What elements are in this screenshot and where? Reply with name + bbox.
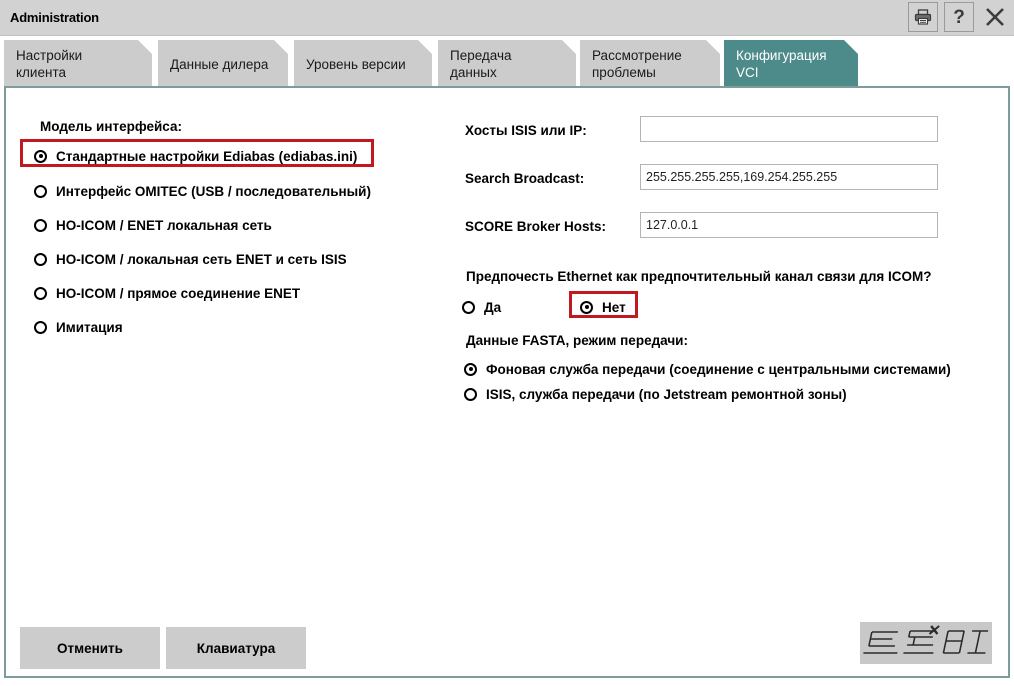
close-button[interactable] — [980, 2, 1010, 32]
radio-row-ethernet-no[interactable]: Нет — [580, 296, 626, 318]
print-icon — [914, 9, 932, 25]
radio-label-omitec: Интерфейс OMITEC (USB / последовательный… — [56, 183, 371, 199]
radio-ethernet-no[interactable] — [580, 300, 593, 314]
radio-row-hoicom-enet-lan[interactable]: HO-ICOM / ENET локальная сеть — [34, 214, 272, 236]
radio-fasta-isis[interactable] — [464, 387, 477, 401]
radio-ediabas-standard[interactable] — [34, 149, 47, 163]
window-controls: ? — [908, 2, 1010, 32]
tab-client-settings[interactable]: Настройки клиента — [4, 40, 152, 88]
tab-problem-review[interactable]: Рассмотрение проблемы — [580, 40, 720, 88]
interface-model-title: Модель интерфейса: — [40, 119, 182, 134]
label-isis-hosts: Хосты ISIS или IP: — [465, 123, 587, 138]
help-icon: ? — [953, 6, 965, 28]
input-search-broadcast[interactable] — [640, 164, 938, 190]
print-button[interactable] — [908, 2, 938, 32]
radio-hoicom-enet-lan[interactable] — [34, 218, 47, 232]
input-isis-hosts[interactable] — [640, 116, 938, 142]
tab-version-level[interactable]: Уровень версии — [294, 40, 432, 88]
radio-label-fasta-isis: ISIS, служба передачи (по Jetstream ремо… — [486, 386, 847, 402]
window-title: Administration — [10, 10, 99, 25]
radio-label-hoicom-enet-isis: HO-ICOM / локальная сеть ENET и сеть ISI… — [56, 251, 347, 267]
radio-label-hoicom-enet-lan: HO-ICOM / ENET локальная сеть — [56, 217, 272, 233]
radio-row-fasta-background[interactable]: Фоновая служба передачи (соединение с це… — [464, 358, 951, 380]
ethernet-preference-question: Предпочесть Ethernet как предпочтительны… — [466, 269, 932, 284]
radio-simulation[interactable] — [34, 320, 47, 334]
vci-configuration-panel: Модель интерфейса: Стандартные настройки… — [4, 86, 1010, 678]
radio-row-ethernet-yes[interactable]: Да — [462, 296, 501, 318]
window-titlebar: Administration ? — [0, 0, 1014, 36]
radio-omitec[interactable] — [34, 184, 47, 198]
radio-row-hoicom-enet-isis[interactable]: HO-ICOM / локальная сеть ENET и сеть ISI… — [34, 248, 347, 270]
close-icon — [983, 5, 1007, 29]
cancel-button[interactable]: Отменить — [20, 627, 160, 669]
radio-label-ethernet-yes: Да — [484, 299, 502, 315]
watermark-logo-icon — [863, 625, 989, 654]
radio-hoicom-enet-direct[interactable] — [34, 286, 47, 300]
tab-strip: Настройки клиента Данные дилера Уровень … — [0, 36, 1014, 88]
label-search-broadcast: Search Broadcast: — [465, 171, 585, 186]
radio-row-hoicom-enet-direct[interactable]: HO-ICOM / прямое соединение ENET — [34, 282, 300, 304]
radio-label-ediabas-standard: Стандартные настройки Ediabas (ediabas.i… — [56, 148, 358, 164]
radio-fasta-background[interactable] — [464, 362, 477, 376]
radio-label-simulation: Имитация — [56, 319, 123, 335]
keyboard-button[interactable]: Клавиатура — [166, 627, 306, 669]
radio-row-ediabas-standard[interactable]: Стандартные настройки Ediabas (ediabas.i… — [34, 145, 357, 167]
radio-row-simulation[interactable]: Имитация — [34, 316, 123, 338]
radio-label-ethernet-no: Нет — [602, 299, 626, 315]
radio-hoicom-enet-isis[interactable] — [34, 252, 47, 266]
radio-label-hoicom-enet-direct: HO-ICOM / прямое соединение ENET — [56, 285, 301, 301]
tab-vci-configuration[interactable]: Конфигурация VCI — [724, 40, 858, 88]
tab-dealer-data[interactable]: Данные дилера — [158, 40, 288, 88]
radio-label-fasta-background: Фоновая служба передачи (соединение с це… — [486, 361, 951, 377]
radio-ethernet-yes[interactable] — [462, 300, 475, 314]
radio-row-omitec[interactable]: Интерфейс OMITEC (USB / последовательный… — [34, 180, 371, 202]
input-score-broker-hosts[interactable] — [640, 212, 938, 238]
tab-data-transfer[interactable]: Передача данных — [438, 40, 576, 88]
watermark — [860, 622, 992, 664]
fasta-title: Данные FASTA, режим передачи: — [466, 333, 688, 348]
help-button[interactable]: ? — [944, 2, 974, 32]
radio-row-fasta-isis[interactable]: ISIS, служба передачи (по Jetstream ремо… — [464, 383, 847, 405]
label-score-broker-hosts: SCORE Broker Hosts: — [465, 219, 607, 234]
